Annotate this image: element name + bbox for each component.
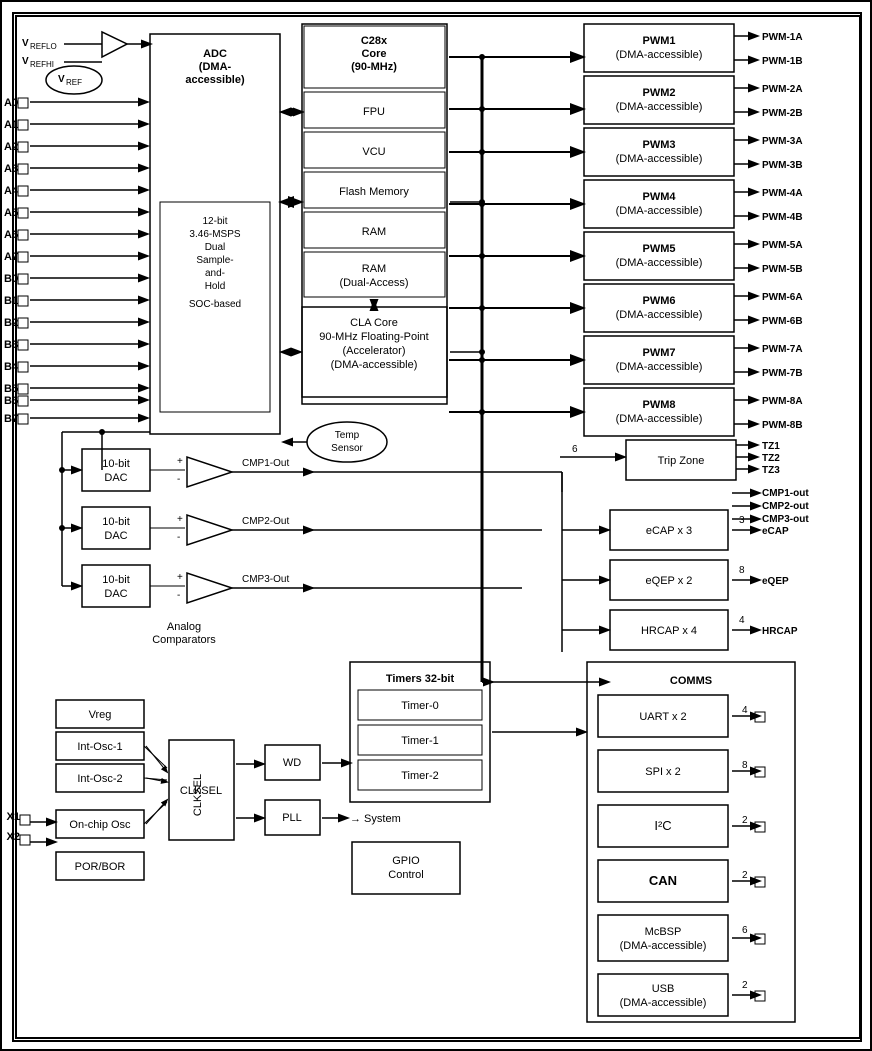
outer-border — [12, 12, 862, 1042]
diagram-container: ADC (DMA- accessible) 12-bit 3.46-MSPS D… — [0, 0, 872, 1051]
